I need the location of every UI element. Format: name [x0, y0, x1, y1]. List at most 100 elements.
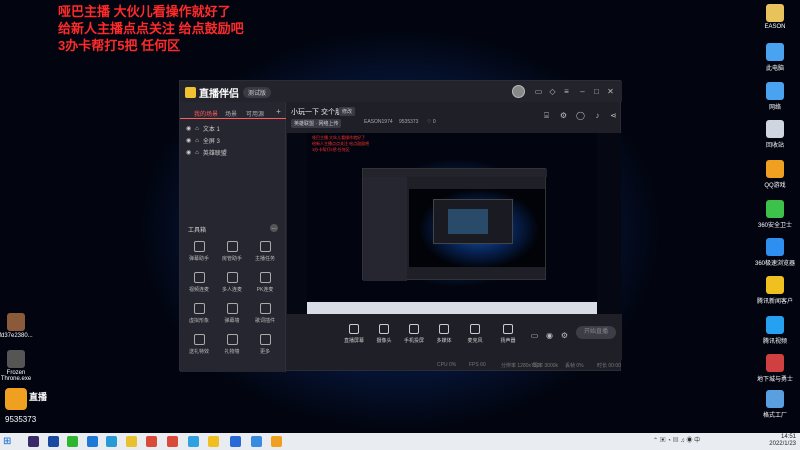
user-icon[interactable]: ◯ [576, 111, 585, 120]
lock-icon[interactable]: ⌂ [195, 138, 199, 144]
tool-button[interactable]: 虚拟形象 [184, 303, 214, 324]
desktop-shortcut[interactable]: 地下城与勇士 [753, 354, 797, 383]
tool-button[interactable]: 多人连麦 [217, 272, 247, 293]
preview-overlay-text: 哑巴主播 大伙儿看操作就好了 给新人主播点点关注 给点鼓励吧 3办卡帮打5把 任何区 [312, 135, 370, 152]
menu-icon[interactable]: ≡ [562, 87, 571, 96]
factory-icon [766, 390, 784, 408]
start-icon[interactable]: ⊞ [3, 436, 14, 447]
overlay-line-3: 3办卡帮打5把 任何区 [58, 38, 181, 53]
toolbar-button[interactable]: 麦克风 [458, 324, 492, 344]
bell-icon[interactable]: ♪ [593, 111, 602, 120]
camera-flip-icon[interactable]: ▭ [530, 331, 539, 340]
tool-button[interactable]: 送礼特效 [184, 334, 214, 355]
streaming-app-icon[interactable] [271, 436, 282, 447]
lock-icon[interactable]: ⌂ [195, 150, 199, 156]
system-tray[interactable]: ⌃ ▣ ◔ ▤ ♫ ◉ 中 [653, 436, 733, 447]
desktop-shortcut[interactable]: QQ游戏 [753, 160, 797, 189]
share-icon[interactable]: ⋖ [609, 111, 618, 120]
toolbar-button[interactable]: 扬声器 [491, 324, 525, 344]
desktop-shortcut[interactable]: 回收站 [753, 120, 797, 149]
desktop-shortcut-label: 360安全卫士 [757, 223, 792, 229]
app-icon[interactable] [208, 436, 219, 447]
chrome-icon[interactable] [167, 436, 178, 447]
tab-my-scenes[interactable]: 我的场景 [194, 109, 218, 118]
desktop-shortcut[interactable]: 360极速浏览器 [753, 238, 797, 267]
version-badge[interactable]: 测试版 [243, 87, 272, 98]
desktop-shortcut[interactable]: 360安全卫士 [753, 200, 797, 229]
desktop-shortcut[interactable]: 格式工厂 [753, 390, 797, 419]
tool-button[interactable]: 视频连麦 [184, 272, 214, 293]
tab-sources[interactable]: 可用源 [246, 109, 264, 118]
toolbar-icon [349, 324, 359, 334]
start-live-button[interactable]: 开始直播 [576, 326, 616, 339]
desktop-shortcut[interactable]: 腾讯视频 [753, 316, 797, 345]
tool-button[interactable]: 主播任务 [250, 241, 280, 262]
browser-icon[interactable] [106, 436, 117, 447]
tool-icon [259, 241, 271, 252]
gear-icon[interactable]: ⚙ [560, 331, 569, 340]
tab-scenes[interactable]: 场景 [225, 109, 237, 118]
toolbar-button[interactable]: 手机投屏 [397, 324, 431, 344]
eye-settings-icon[interactable]: ◉ [545, 331, 554, 340]
desktop-shortcut[interactable]: 网络 [753, 82, 797, 111]
app-icon[interactable] [230, 436, 241, 447]
desktop-shortcut-label: 地下城与勇士 [756, 377, 793, 383]
scene-item[interactable]: ◉ ⌂ 文本 1 [186, 124, 220, 134]
scene-item[interactable]: ◉ ⌂ 英雄联盟 [186, 148, 227, 158]
wechat-icon[interactable] [67, 436, 78, 447]
toolbar-button[interactable]: 摄像头 [367, 324, 401, 344]
tool-button[interactable]: 弹幕助手 [184, 241, 214, 262]
store-icon[interactable] [188, 436, 199, 447]
status-item: CPU 0% [437, 362, 457, 368]
tool-button[interactable]: PK连麦 [250, 272, 280, 293]
word-icon[interactable] [48, 436, 59, 447]
tool-icon [259, 272, 271, 283]
tool-button[interactable]: 房管助手 [217, 241, 247, 262]
eye-icon[interactable]: ◉ [186, 149, 191, 156]
stream-preview[interactable]: 哑巴主播 大伙儿看操作就好了 给新人主播点点关注 给点鼓励吧 3办卡帮打5把 任何区 [287, 133, 621, 314]
toolbar-icon [439, 324, 449, 334]
message-icon[interactable]: ▭ [534, 87, 543, 96]
desktop-shortcut-label: Frozen Throne.exe [0, 370, 32, 382]
skin-icon[interactable]: ◇ [548, 87, 557, 96]
toolbar-button[interactable]: 多媒体 [427, 324, 461, 344]
tool-button[interactable]: 歌词插件 [250, 303, 280, 324]
category-tag[interactable]: 英雄联盟 · 网络上传 [291, 119, 342, 128]
scene-item[interactable]: ◉ ⌂ 全屏 3 [186, 136, 220, 146]
minimize-icon[interactable]: – [578, 87, 587, 96]
tool-button[interactable]: 礼物墙 [217, 334, 247, 355]
add-scene-icon[interactable]: + [274, 107, 283, 116]
app-icon[interactable] [251, 436, 262, 447]
gift-icon[interactable]: ⌸ [542, 111, 551, 120]
like-count: ♡ 0 [427, 119, 436, 125]
folder-icon [766, 4, 784, 22]
toolbar-label: 多媒体 [436, 338, 452, 344]
desktop-shortcut[interactable]: EASON [753, 4, 797, 30]
edit-title-button[interactable]: 修改 [339, 107, 356, 116]
desktop-shortcut[interactable]: fd37e2380... [0, 313, 38, 339]
premiere-icon[interactable] [28, 436, 39, 447]
avatar[interactable] [512, 85, 525, 98]
close-icon[interactable]: ✕ [606, 87, 615, 96]
tool-icon [193, 303, 205, 314]
chrome-icon[interactable] [146, 436, 157, 447]
eye-icon[interactable]: ◉ [186, 137, 191, 144]
desktop-shortcut[interactable]: 腾讯新闻客户 [753, 276, 797, 305]
tool-label: 视频连麦 [188, 287, 209, 293]
tool-button[interactable]: 更多 [250, 334, 280, 355]
eye-icon[interactable]: ◉ [186, 125, 191, 132]
folder-icon[interactable] [126, 436, 137, 447]
desktop-shortcut[interactable]: 此电脑 [753, 43, 797, 72]
heart-icon: ♡ [427, 119, 432, 125]
tool-button[interactable]: 弹幕墙 [217, 303, 247, 324]
lock-icon[interactable]: ⌂ [195, 126, 199, 132]
clock[interactable]: 14:51 2022/1/23 [769, 434, 796, 448]
toolbar-button[interactable]: 直播屏幕 [337, 324, 371, 344]
edge-icon[interactable] [87, 436, 98, 447]
maximize-icon[interactable]: □ [592, 87, 601, 96]
tool-icon [193, 272, 205, 283]
more-tools-icon[interactable]: … [270, 224, 278, 232]
desktop-shortcut[interactable]: Frozen Throne.exe [0, 350, 38, 382]
overlay-line-2: 给新人主播点点关注 给点鼓励吧 [58, 21, 244, 36]
settings-icon[interactable]: ⚙ [559, 111, 568, 120]
